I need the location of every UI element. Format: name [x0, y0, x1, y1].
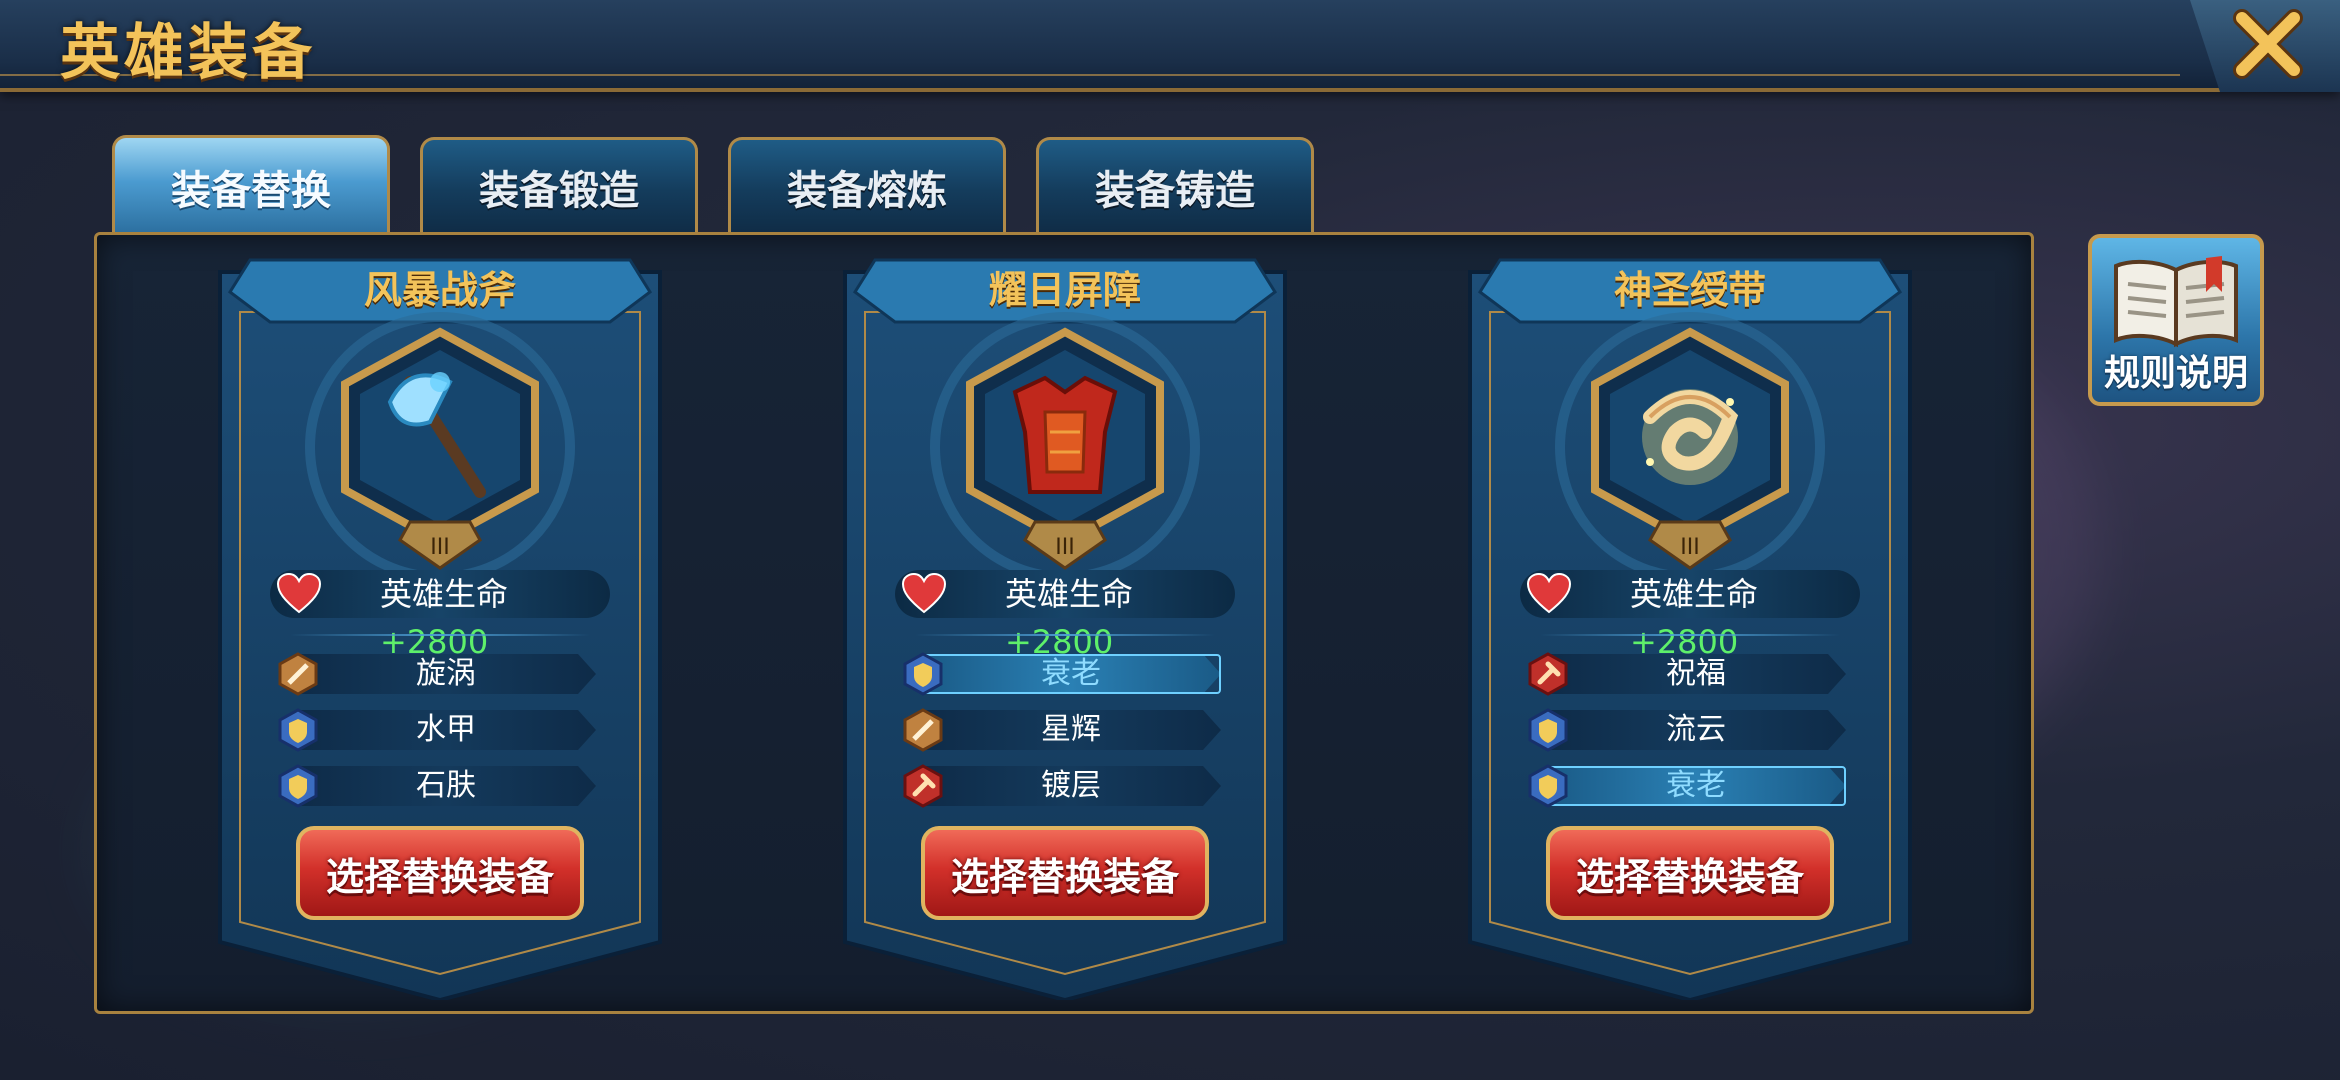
tab-equip-smelt[interactable]: 装备熔炼 [728, 137, 1006, 233]
svg-text:III: III [1055, 535, 1074, 560]
select-replace-button[interactable]: 选择替换装备 [1546, 826, 1834, 920]
skill-label: 流云 [1666, 712, 1726, 747]
divider [290, 634, 590, 636]
heart-icon [1526, 572, 1572, 614]
divider [1540, 634, 1840, 636]
skill-row[interactable]: 石肤 [276, 764, 604, 808]
equipment-card: 风暴战斧 III 英雄生命+2800 旋涡 水甲 石肤 选择替换装备 [210, 252, 670, 1000]
skill-row[interactable]: 水甲 [276, 708, 604, 752]
skill-row[interactable]: 旋涡 [276, 652, 604, 696]
skill-label: 祝福 [1666, 656, 1726, 691]
close-icon [2233, 9, 2303, 79]
heart-icon [276, 572, 322, 614]
armor-icon [1012, 375, 1118, 494]
tab-equip-forge[interactable]: 装备锻造 [420, 137, 698, 233]
item-medal[interactable]: III [330, 322, 550, 572]
skill-row[interactable]: 祝福 [1526, 652, 1854, 696]
tab-equip-replace[interactable]: 装备替换 [112, 135, 390, 235]
page-title: 英雄装备 [60, 18, 316, 88]
stat-text: 英雄生命+2800 [1005, 570, 1235, 661]
skill-row[interactable]: 星辉 [901, 708, 1229, 752]
card-title: 风暴战斧 [363, 268, 516, 312]
divider [915, 634, 1215, 636]
close-button[interactable] [2228, 4, 2308, 84]
book-icon [2114, 256, 2238, 348]
item-medal[interactable]: III [955, 322, 1175, 572]
rules-button[interactable]: 规则说明 [2088, 234, 2264, 406]
heart-icon [901, 572, 947, 614]
sash-icon [1642, 389, 1739, 485]
skill-label: 水甲 [416, 712, 476, 747]
skill-label: 旋涡 [416, 656, 476, 691]
stat-label: 英雄生命 [380, 575, 509, 613]
skill-label: 星辉 [1041, 712, 1101, 747]
tab-equip-cast[interactable]: 装备铸造 [1036, 137, 1314, 233]
hp-stat: 英雄生命+2800 [895, 570, 1235, 661]
equipment-card: 神圣绶带 III 英雄生命+2800 祝福 流云 衰老 选择替换装备 [1460, 252, 1920, 1000]
hp-stat: 英雄生命+2800 [270, 570, 610, 661]
stat-text: 英雄生命+2800 [380, 570, 610, 661]
skill-label: 镀层 [1041, 768, 1101, 803]
skill-label: 石肤 [416, 768, 476, 803]
header-divider [0, 74, 2180, 76]
skill-label: 衰老 [1041, 656, 1101, 691]
rules-label: 规则说明 [2103, 353, 2248, 394]
stat-label: 英雄生命 [1005, 575, 1134, 613]
card-title: 神圣绶带 [1613, 268, 1766, 312]
skill-row-highlighted[interactable]: 衰老 [901, 652, 1229, 696]
card-title: 耀日屏障 [988, 268, 1141, 312]
svg-text:III: III [430, 535, 449, 560]
equipment-card: 耀日屏障 III 英雄生命+2800 衰老 星辉 镀层 选择替换装备 [835, 252, 1295, 1000]
svg-text:III: III [1680, 535, 1699, 560]
header-bar: 英雄装备 [0, 0, 2340, 92]
stat-text: 英雄生命+2800 [1630, 570, 1860, 661]
hp-stat: 英雄生命+2800 [1520, 570, 1860, 661]
skill-row[interactable]: 流云 [1526, 708, 1854, 752]
select-replace-button[interactable]: 选择替换装备 [296, 826, 584, 920]
stat-label: 英雄生命 [1630, 575, 1759, 613]
item-medal[interactable]: III [1580, 322, 1800, 572]
select-replace-button[interactable]: 选择替换装备 [921, 826, 1209, 920]
skill-row[interactable]: 镀层 [901, 764, 1229, 808]
skill-label: 衰老 [1666, 768, 1726, 803]
skill-row-highlighted[interactable]: 衰老 [1526, 764, 1854, 808]
